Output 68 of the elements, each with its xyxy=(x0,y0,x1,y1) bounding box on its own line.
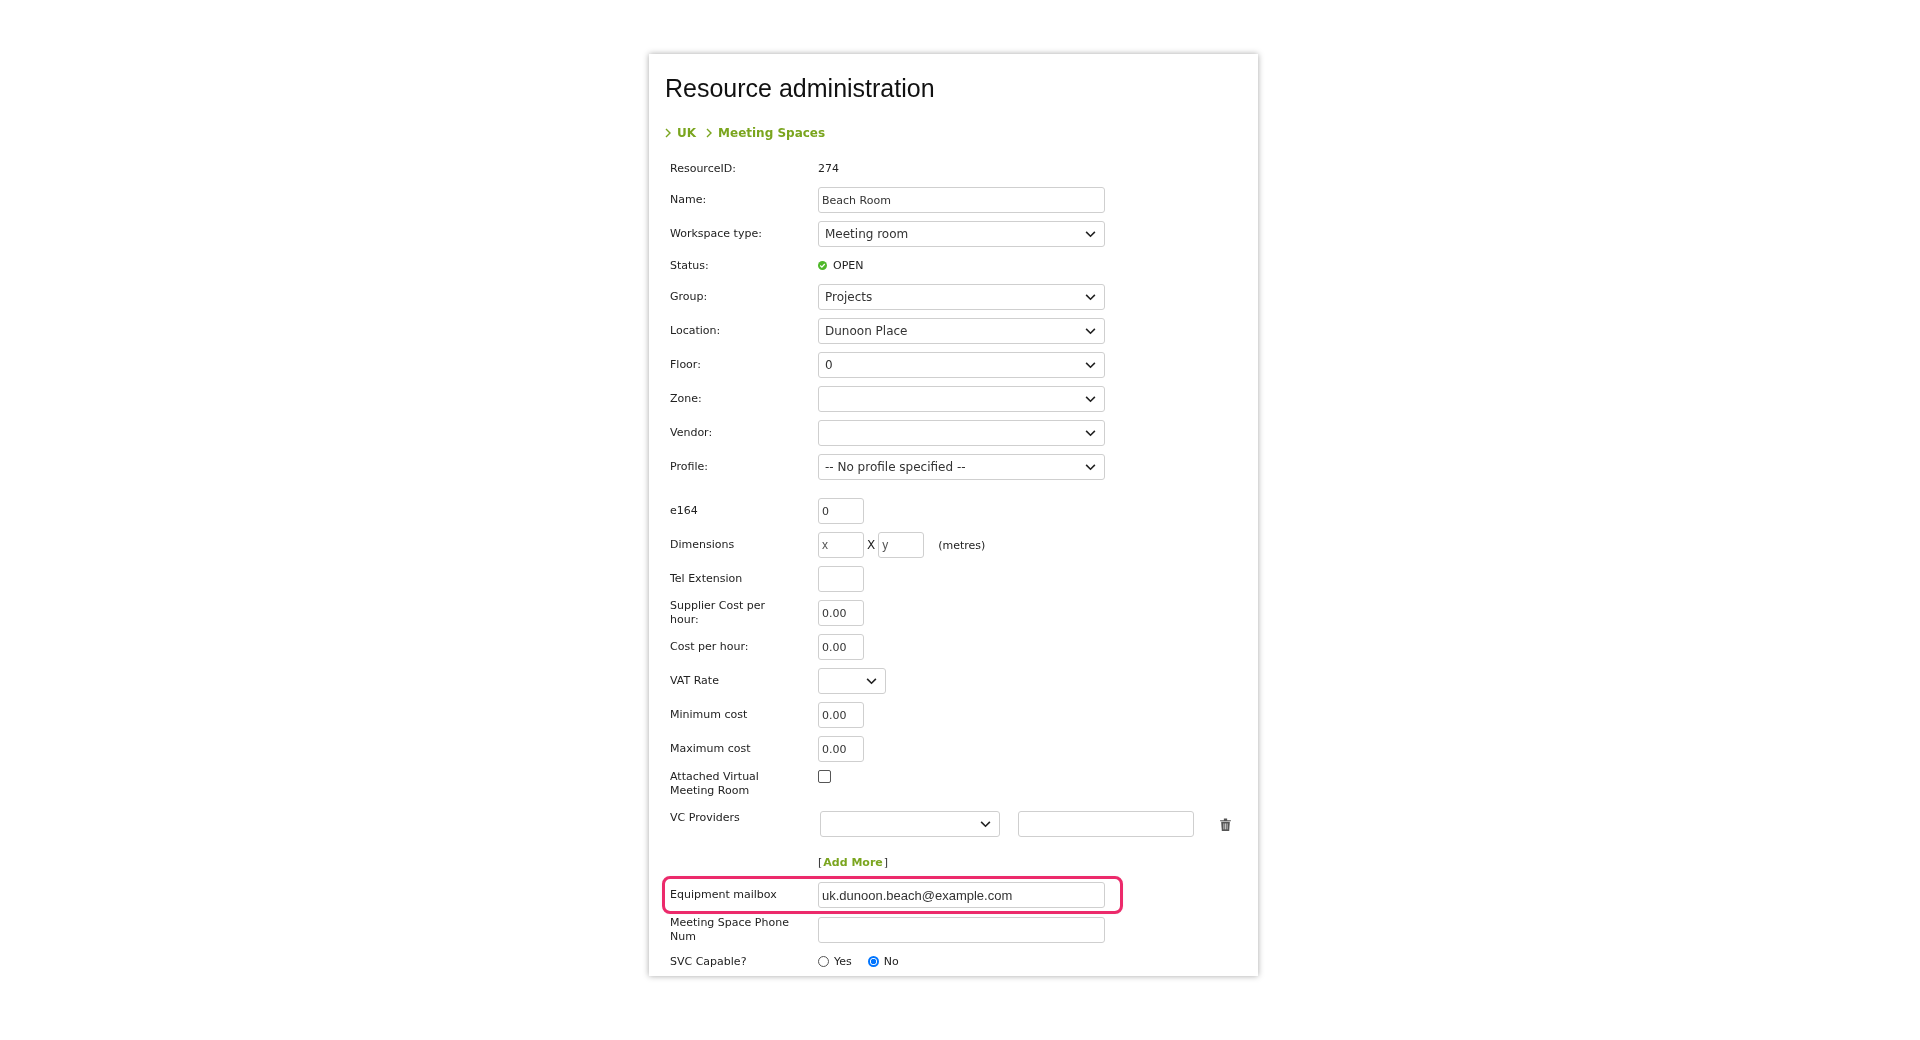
dropdown[interactable] xyxy=(818,420,1105,446)
page-title: Resource administration xyxy=(665,73,936,104)
checkbox[interactable] xyxy=(818,770,831,783)
chevron-icon xyxy=(706,128,713,138)
radio-label: Yes xyxy=(834,955,852,968)
text-field[interactable]: 0.00 xyxy=(818,634,864,660)
caret-icon xyxy=(1085,361,1096,369)
field-label: Vendor: xyxy=(670,426,714,440)
dropdown[interactable]: Dunoon Place xyxy=(818,318,1105,344)
field-label: Profile: xyxy=(670,460,709,474)
field-label: Supplier Cost per hour: xyxy=(670,599,767,627)
caret-icon xyxy=(1085,293,1096,301)
field-label: Dimensions xyxy=(670,538,736,552)
caret-icon xyxy=(980,820,991,828)
caret-icon xyxy=(1085,463,1096,471)
caret-icon xyxy=(1085,395,1096,403)
caret-icon xyxy=(1085,429,1096,437)
text-field[interactable] xyxy=(818,917,1105,943)
check-circle-icon xyxy=(818,261,827,270)
dropdown[interactable]: Meeting room xyxy=(818,221,1105,247)
dropdown[interactable] xyxy=(820,811,1000,837)
field-label: Status: xyxy=(670,258,710,273)
field-label: Floor: xyxy=(670,358,702,372)
text-field[interactable]: 0 xyxy=(818,498,864,524)
caret-icon xyxy=(866,677,877,685)
field-label: Location: xyxy=(670,324,722,338)
chevron-icon xyxy=(665,128,671,138)
radio-label: No xyxy=(883,955,899,968)
text-field[interactable]: uk.dunoon.beach@example.com xyxy=(818,882,1105,908)
text-field[interactable]: 0.00 xyxy=(818,702,864,728)
field-label: Attached Virtual Meeting Room xyxy=(670,769,760,798)
caret-icon xyxy=(1085,230,1096,238)
field-label: Zone: xyxy=(670,392,703,406)
status-value: OPEN xyxy=(833,259,864,272)
dropdown[interactable]: -- No profile specified -- xyxy=(818,454,1105,480)
field-label: Cost per hour: xyxy=(670,640,750,654)
field-label: Workspace type: xyxy=(670,227,763,241)
field-label: Group: xyxy=(670,290,709,304)
text-field[interactable]: x xyxy=(818,532,864,558)
field-label: Meeting Space Phone Num xyxy=(670,916,790,944)
dropdown[interactable]: 0 xyxy=(818,352,1105,378)
bracket: [ xyxy=(818,856,823,869)
dropdown[interactable]: Projects xyxy=(818,284,1105,310)
text-field[interactable]: y xyxy=(878,532,925,558)
dropdown[interactable] xyxy=(818,668,886,694)
trash-icon[interactable] xyxy=(1220,817,1231,831)
caret-icon xyxy=(1085,327,1096,335)
text-field[interactable]: 0.00 xyxy=(818,736,864,762)
text-field[interactable]: 0.00 xyxy=(818,600,864,626)
field-label: SVC Capable? xyxy=(670,954,748,969)
text-field[interactable]: Beach Room xyxy=(818,187,1105,213)
bracket: ] xyxy=(883,856,889,869)
text-field[interactable] xyxy=(818,566,864,592)
radio-button[interactable] xyxy=(867,956,879,967)
field-label: VAT Rate xyxy=(670,674,720,688)
field-label: Equipment mailbox xyxy=(670,888,778,902)
resource-id-value: 274 xyxy=(818,162,839,175)
field-label: Minimum cost xyxy=(670,708,749,722)
text-field[interactable] xyxy=(1018,811,1194,837)
field-label: Maximum cost xyxy=(670,742,752,756)
field-label: Tel Extension xyxy=(670,572,744,586)
unit-text: (metres) xyxy=(938,538,986,552)
times-sign: X xyxy=(867,538,876,552)
field-label: e164 xyxy=(670,504,699,518)
field-label: VC Providers xyxy=(670,810,741,825)
field-label: ResourceID: xyxy=(670,161,737,176)
dropdown[interactable] xyxy=(818,386,1105,412)
field-label: Name: xyxy=(670,193,708,207)
